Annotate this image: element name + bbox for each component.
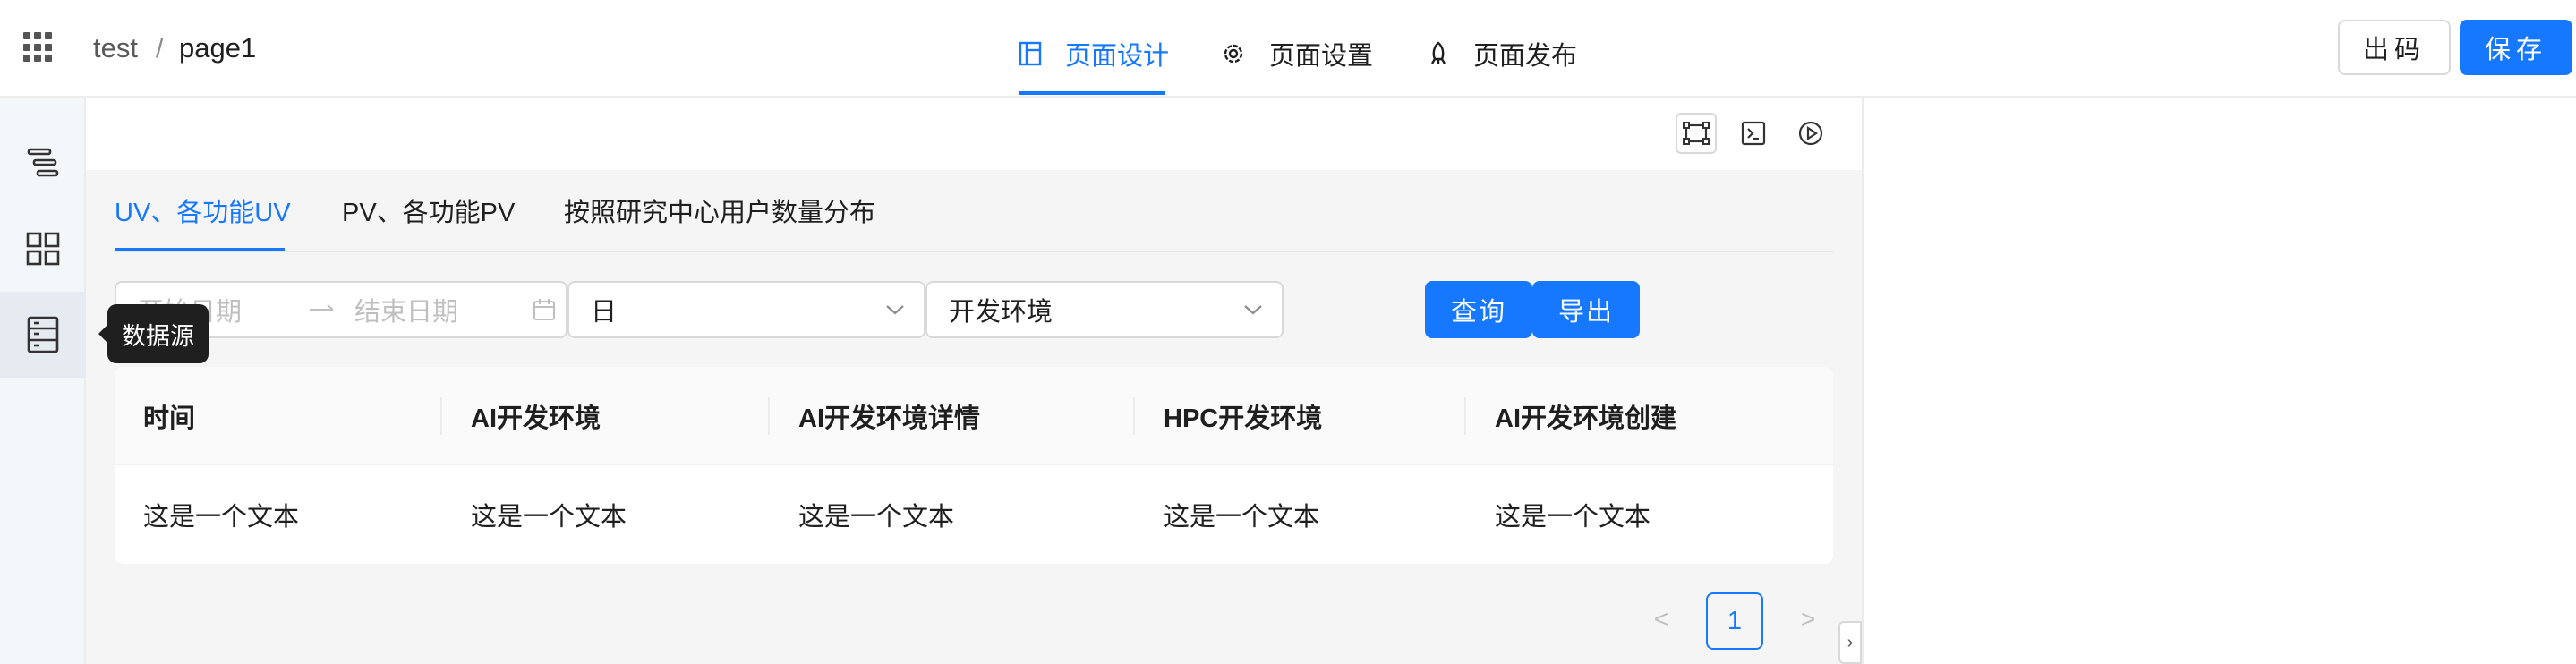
arrow-right-icon [310, 304, 334, 311]
top-header: test / page1 页面设计 页面设置 页面发布 出码 保存 [0, 0, 2576, 98]
tab-page-settings[interactable]: 页面设置 [1221, 32, 1373, 75]
components-grid-icon [26, 232, 60, 266]
terminal-icon [1741, 121, 1766, 146]
next-page-button[interactable]: > [1790, 601, 1826, 637]
frame-tool-button[interactable] [1676, 113, 1717, 154]
calendar-icon [533, 299, 555, 320]
tab-label: 页面设计 [1065, 42, 1170, 71]
datasource-icon [27, 316, 59, 353]
sidebar-item-outline[interactable] [0, 120, 86, 206]
save-button[interactable]: 保存 [2460, 20, 2572, 75]
table-cell: 这是一个文本 [143, 503, 300, 532]
play-icon [1798, 121, 1823, 146]
prev-page-button[interactable]: < [1643, 601, 1679, 637]
tab-label: 页面设置 [1269, 42, 1374, 71]
data-table: 时间 AI开发环境 AI开发环境详情 HPC开发环境 AI开发环境创建 这是一个… [115, 367, 1833, 564]
outline-tree-icon [27, 148, 59, 177]
breadcrumb-app[interactable]: test [93, 30, 138, 66]
sidebar-item-datasource[interactable] [0, 292, 86, 378]
rocket-icon [1430, 41, 1446, 64]
column-divider [440, 397, 442, 435]
sidebar-item-components[interactable] [0, 206, 86, 292]
chevron-right-icon: › [1847, 632, 1854, 652]
environment-select[interactable]: 开发环境 [925, 281, 1284, 338]
chevron-down-icon [886, 305, 904, 315]
tab-center-distribution[interactable]: 按照研究中心用户数量分布 [564, 195, 875, 231]
preview-tool-button[interactable] [1790, 113, 1831, 154]
column-header: 时间 [143, 404, 196, 433]
chevron-down-icon [1244, 305, 1262, 315]
active-tab-indicator [1019, 91, 1165, 95]
active-tab-indicator [115, 248, 285, 251]
table-cell: 这是一个文本 [1495, 503, 1651, 532]
table-cell: 这是一个文本 [798, 503, 955, 532]
gear-icon [1224, 44, 1243, 64]
datasource-tooltip: 数据源 [98, 304, 209, 363]
granularity-select[interactable]: 日 [567, 281, 925, 338]
tab-uv[interactable]: UV、各功能UV [115, 195, 291, 231]
tab-pv[interactable]: PV、各功能PV [342, 195, 515, 231]
column-header: AI开发环境 [471, 404, 601, 433]
column-header: AI开发环境创建 [1495, 404, 1677, 433]
column-divider [768, 397, 770, 435]
layout-icon [1019, 41, 1042, 66]
right-settings-panel [1862, 98, 2576, 664]
code-tool-button[interactable] [1733, 113, 1774, 154]
query-button[interactable]: 查询 [1425, 281, 1532, 338]
breadcrumb-page: page1 [179, 32, 257, 64]
tab-page-publish[interactable]: 页面发布 [1427, 32, 1577, 75]
page-number-current[interactable]: 1 [1706, 592, 1763, 650]
tab-label: 页面发布 [1473, 42, 1578, 71]
table-cell: 这是一个文本 [1164, 503, 1320, 532]
breadcrumb-separator: / [156, 32, 164, 64]
tabs-divider [115, 251, 1833, 252]
column-divider [1133, 397, 1135, 435]
table-cell: 这是一个文本 [471, 503, 627, 532]
column-header: AI开发环境详情 [798, 404, 981, 433]
column-divider [1464, 397, 1466, 435]
export-button[interactable]: 导出 [1532, 281, 1640, 338]
end-date-input[interactable]: 结束日期 [354, 291, 525, 328]
export-code-button[interactable]: 出码 [2338, 20, 2451, 75]
environment-value: 开发环境 [949, 298, 1053, 327]
column-header: HPC开发环境 [1164, 404, 1323, 433]
tab-page-design[interactable]: 页面设计 [1019, 32, 1169, 75]
apps-grid-icon[interactable] [23, 32, 54, 63]
panel-collapse-toggle[interactable]: › [1838, 621, 1862, 664]
granularity-value: 日 [591, 298, 618, 327]
frame-icon [1683, 122, 1710, 145]
